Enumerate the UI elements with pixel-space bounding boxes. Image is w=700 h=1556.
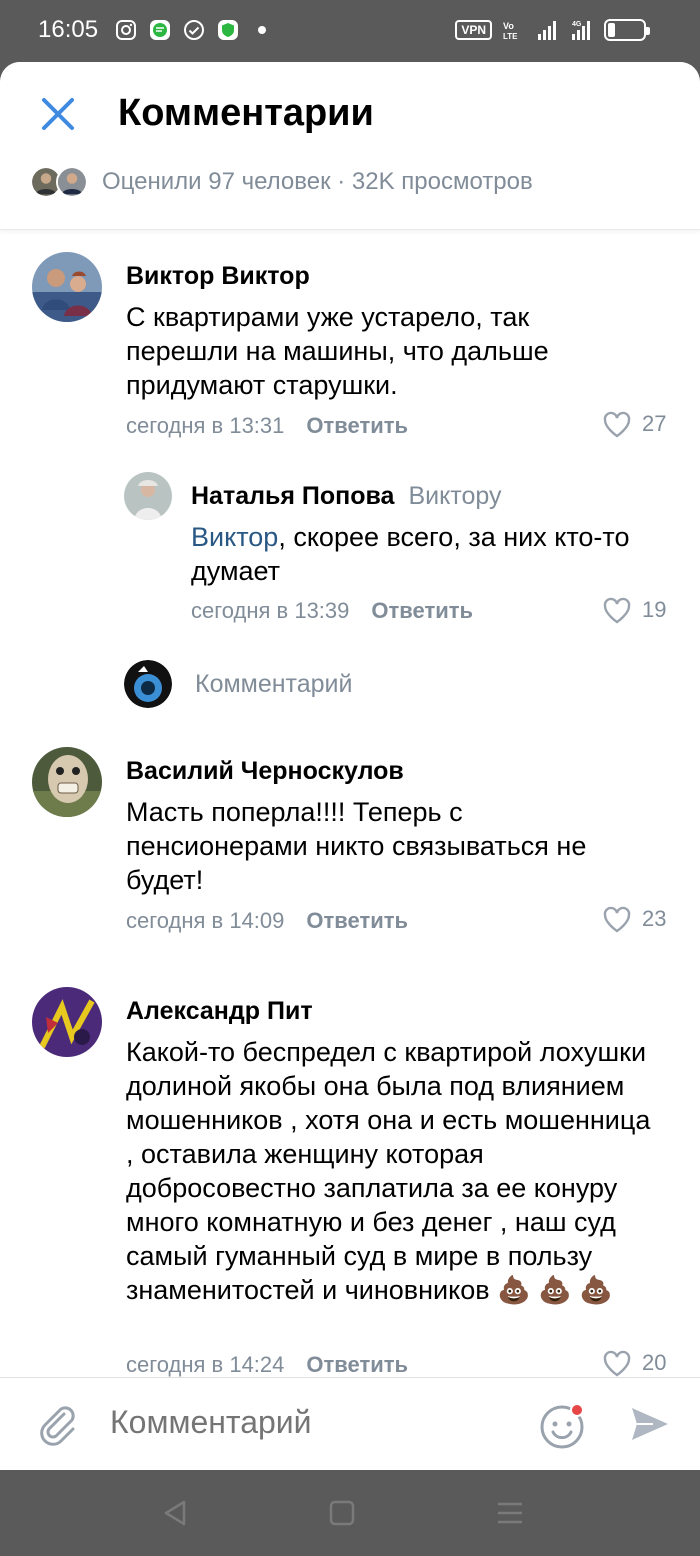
avatar[interactable] — [32, 747, 102, 817]
comment-time: сегодня в 13:31 — [126, 413, 285, 438]
heart-icon — [603, 597, 631, 624]
comment-time: сегодня в 14:09 — [126, 908, 285, 933]
vpn-badge: VPN — [455, 20, 492, 40]
author-name[interactable]: Наталья Попова — [191, 482, 394, 510]
signal-icon — [538, 21, 556, 40]
comments-sheet: Комментарии Оценили 97 человек · 32K про… — [0, 62, 700, 1470]
comment-author[interactable]: Александр Пит — [126, 997, 313, 1026]
liker-avatar — [56, 166, 88, 198]
thread-reply-placeholder[interactable]: Комментарий — [195, 670, 352, 699]
like-count: 19 — [642, 597, 667, 622]
heart-icon — [603, 1350, 631, 1377]
status-time: 16:05 — [38, 16, 99, 43]
comment-author: Наталья Попова Виктору — [191, 482, 502, 511]
avatar[interactable] — [32, 252, 102, 322]
comment-reply-item: Наталья Попова Виктору Виктор, скорее все… — [0, 462, 700, 632]
heart-icon — [603, 906, 631, 933]
comments-header: Комментарии Оценили 97 человек · 32K про… — [0, 62, 700, 230]
more-notifications-dot — [258, 26, 266, 34]
like-count: 27 — [642, 411, 667, 436]
comment-text: Какой-то беспредел с квартирой лохушки д… — [126, 1037, 651, 1305]
network-label: 4G — [572, 21, 582, 28]
comment-meta: сегодня в 14:09 Ответить — [126, 908, 408, 934]
status-bar: 16:05 VPN Vo LTE 4G — [0, 0, 700, 62]
comment-author[interactable]: Василий Черноскулов — [126, 757, 404, 786]
paperclip-icon[interactable] — [34, 1400, 80, 1446]
reply-button[interactable]: Ответить — [306, 413, 408, 438]
heart-icon — [603, 411, 631, 438]
avatar[interactable] — [32, 987, 102, 1057]
avatar[interactable] — [124, 472, 172, 520]
like-button[interactable]: 19 — [602, 596, 666, 624]
volte-icon: VoLTE — [503, 21, 518, 41]
likes-summary-text: Оценили 97 человек · 32K просмотров — [102, 168, 533, 195]
like-count: 23 — [642, 906, 667, 931]
comment-author[interactable]: Виктор Виктор — [126, 262, 310, 291]
liker-avatars — [30, 166, 88, 198]
my-avatar — [124, 660, 172, 708]
comment-input[interactable] — [110, 1404, 510, 1441]
thread-reply-row[interactable]: Комментарий — [0, 652, 700, 722]
send-icon[interactable] — [628, 1402, 672, 1446]
mention-link[interactable]: Виктор — [191, 522, 278, 552]
system-indicators: VPN Vo LTE 4G — [455, 18, 650, 42]
comment-time: сегодня в 14:24 — [126, 1352, 285, 1377]
comment-time: сегодня в 13:39 — [191, 598, 350, 623]
comment-text: С квартирами уже устарело, так перешли н… — [126, 302, 549, 400]
comment-item: Александр Пит Какой-то беспредел с кварт… — [0, 967, 700, 1377]
like-button[interactable]: 23 — [602, 905, 666, 933]
reply-to-label[interactable]: Виктору — [408, 482, 501, 510]
battery-icon — [604, 19, 650, 41]
comment-composer — [0, 1377, 700, 1470]
comment-item: Василий Черноскулов Масть поперла!!!! Те… — [0, 727, 700, 957]
system-navigation-bar — [0, 1470, 700, 1556]
like-button[interactable]: 20 — [602, 1349, 666, 1377]
page-title: Комментарии — [118, 92, 374, 134]
home-icon[interactable] — [325, 1496, 359, 1530]
reply-button[interactable]: Ответить — [371, 598, 473, 623]
comments-feed[interactable]: Виктор Виктор С квартирами уже устарело,… — [0, 232, 700, 1377]
close-icon[interactable] — [36, 92, 80, 136]
like-count: 20 — [642, 1350, 667, 1375]
reply-button[interactable]: Ответить — [306, 908, 408, 933]
svg-text:Vo: Vo — [503, 21, 514, 31]
comment-item: Виктор Виктор С квартирами уже устарело,… — [0, 232, 700, 442]
notification-icons — [114, 18, 266, 42]
reply-button[interactable]: Ответить — [306, 1352, 408, 1377]
comment-text: Масть поперла!!!! Теперь с пенсионерами … — [126, 797, 587, 895]
emoji-icon[interactable] — [538, 1400, 588, 1450]
back-icon[interactable] — [158, 1496, 192, 1530]
comment-meta: сегодня в 13:39 Ответить — [191, 598, 473, 624]
svg-text:LTE: LTE — [503, 32, 518, 41]
comment-text: Виктор, скорее всего, за них кто-то дума… — [191, 520, 681, 588]
comment-meta: сегодня в 13:31 Ответить — [126, 413, 408, 439]
signal-4g-icon: 4G — [572, 21, 590, 40]
recents-icon[interactable] — [493, 1496, 527, 1530]
messenger-icon — [150, 20, 170, 40]
like-button[interactable]: 27 — [602, 410, 666, 438]
likes-summary-row[interactable]: Оценили 97 человек · 32K просмотров — [30, 166, 533, 198]
check-circle-icon — [184, 20, 204, 40]
comment-meta: сегодня в 14:24 Ответить — [126, 1352, 408, 1377]
instagram-icon — [116, 20, 136, 40]
shield-icon — [218, 20, 238, 40]
